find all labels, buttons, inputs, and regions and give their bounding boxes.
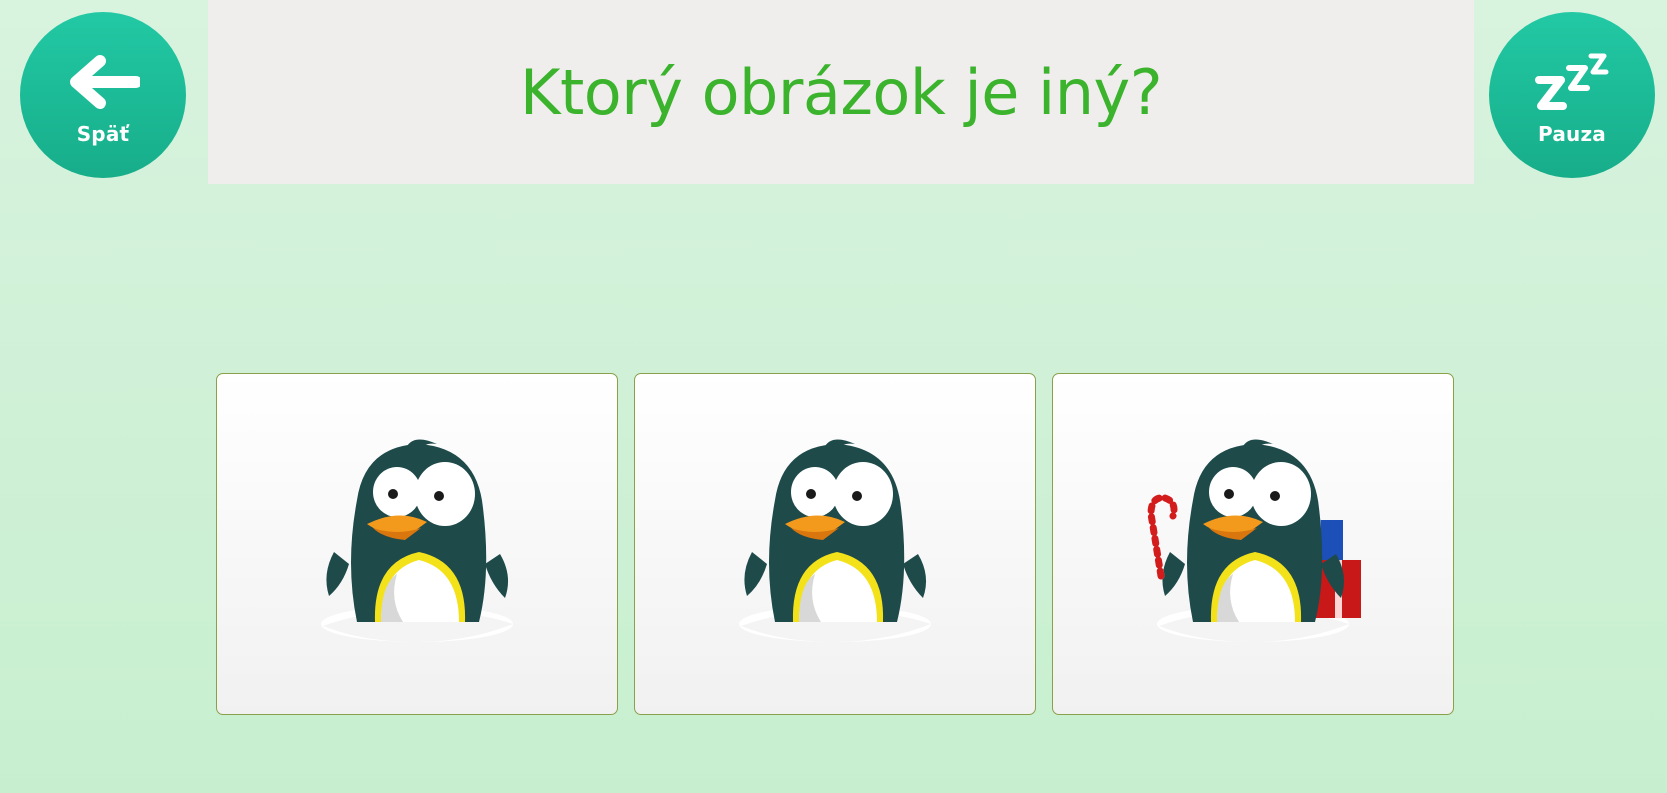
answer-card-1[interactable] [216, 373, 618, 715]
answer-card-3[interactable] [1052, 373, 1454, 715]
pause-button-label: Pauza [1538, 122, 1606, 146]
pause-button[interactable]: Pauza [1489, 12, 1655, 178]
back-button[interactable]: Späť [20, 12, 186, 178]
zzz-sleep-icon [1535, 50, 1609, 114]
penguin-image [321, 439, 513, 642]
title-banner: Ktorý obrázok je iný? [208, 0, 1474, 184]
penguin-image [739, 439, 931, 642]
arrow-left-icon [66, 50, 140, 114]
penguin-with-gifts-image [1147, 439, 1361, 642]
page-title: Ktorý obrázok je iný? [519, 55, 1163, 129]
answer-cards [216, 373, 1454, 715]
answer-card-2[interactable] [634, 373, 1036, 715]
back-button-label: Späť [76, 122, 130, 146]
